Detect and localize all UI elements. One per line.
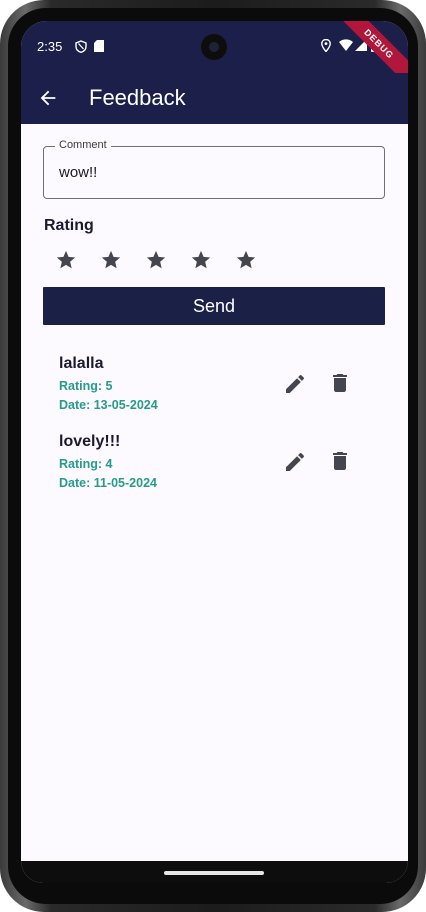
- delete-icon[interactable]: [328, 371, 352, 395]
- star-icon[interactable]: [190, 249, 212, 271]
- page-title: Feedback: [89, 85, 186, 110]
- edit-icon[interactable]: [283, 450, 307, 474]
- feedback-date: Date: 13-05-2024: [59, 398, 158, 412]
- star-icon[interactable]: [145, 249, 167, 271]
- rating-label: Rating: [44, 217, 94, 234]
- delete-icon[interactable]: [328, 449, 352, 473]
- system-navigation-bar: [21, 861, 408, 883]
- star-icon[interactable]: [55, 249, 77, 271]
- feedback-rating: Rating: 5: [59, 379, 113, 393]
- status-bar: 2:35 DEBUG: [21, 21, 408, 90]
- star-icon[interactable]: [100, 249, 122, 271]
- front-camera: [201, 34, 227, 60]
- comment-field-value[interactable]: wow!!: [59, 164, 97, 181]
- feedback-comment: lalalla: [59, 355, 104, 372]
- arrow-back-icon[interactable]: [37, 87, 59, 109]
- home-gesture-pill[interactable]: [164, 871, 264, 875]
- feedback-rating: Rating: 4: [59, 457, 113, 471]
- edit-icon[interactable]: [283, 372, 307, 396]
- send-button[interactable]: Send: [43, 287, 385, 325]
- feedback-comment: lovely!!!: [59, 433, 121, 450]
- location-icon: [321, 39, 331, 52]
- phone-frame: 2:35 DEBUG Feedback Comment wow!! Rating…: [0, 0, 426, 912]
- star-icon[interactable]: [235, 249, 257, 271]
- shield-icon: [75, 40, 87, 53]
- comment-field-label: Comment: [55, 139, 111, 151]
- wifi-icon: [339, 39, 353, 51]
- feedback-date: Date: 11-05-2024: [59, 476, 157, 490]
- app-screen: 2:35 DEBUG Feedback Comment wow!! Rating…: [21, 21, 408, 883]
- status-time: 2:35: [37, 39, 63, 54]
- sd-card-icon: [94, 40, 104, 52]
- app-bar: Feedback: [21, 73, 408, 124]
